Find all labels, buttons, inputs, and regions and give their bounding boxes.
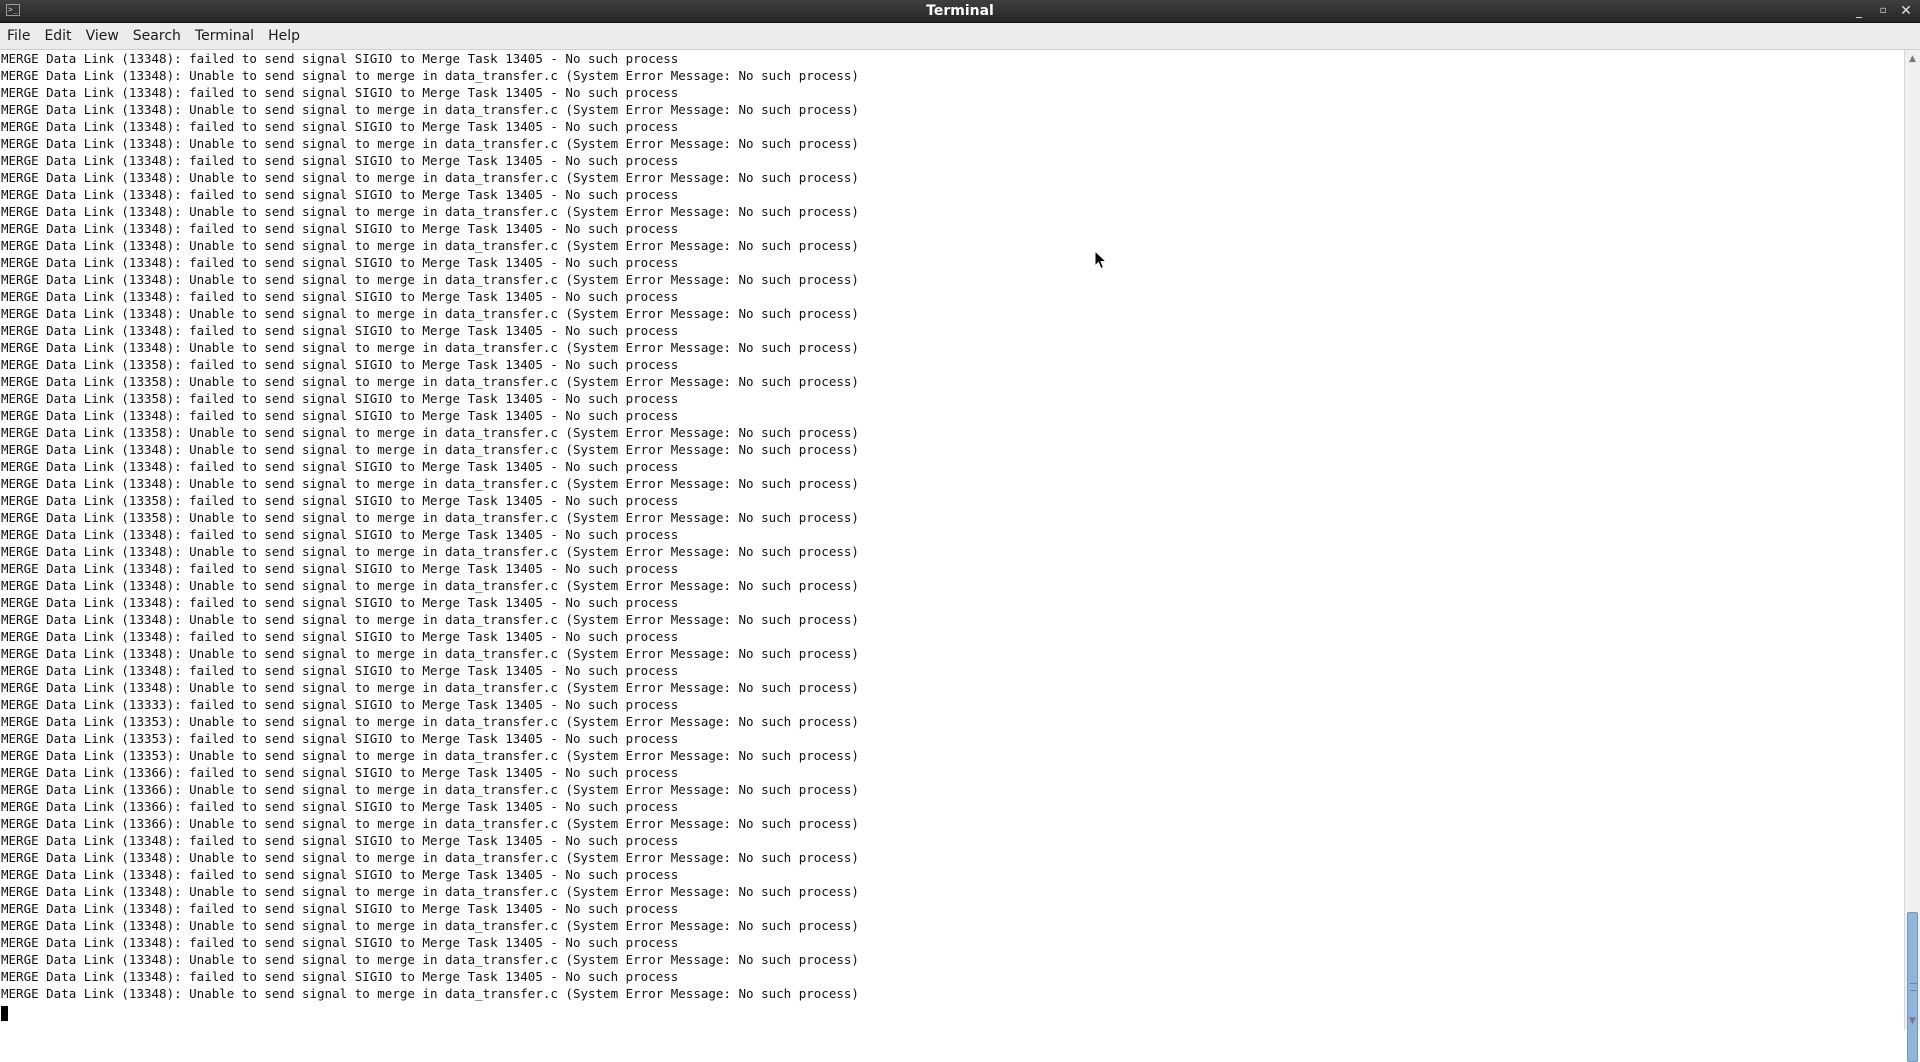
- menu-bar: File Edit View Search Terminal Help: [0, 23, 1920, 50]
- terminal-line: MERGE Data Link (13348): Unable to send …: [1, 850, 859, 865]
- vertical-scrollbar[interactable]: ▲ ▼: [1904, 50, 1920, 1062]
- terminal-line: MERGE Data Link (13358): Unable to send …: [1, 510, 859, 525]
- terminal-line: MERGE Data Link (13348): failed to send …: [1, 935, 679, 950]
- terminal-line: MERGE Data Link (13353): failed to send …: [1, 731, 679, 746]
- terminal-line: MERGE Data Link (13348): failed to send …: [1, 595, 679, 610]
- terminal-line: MERGE Data Link (13348): Unable to send …: [1, 68, 859, 83]
- scroll-up-icon[interactable]: ▲: [1905, 52, 1920, 66]
- terminal-line: MERGE Data Link (13348): failed to send …: [1, 255, 679, 270]
- terminal-line: MERGE Data Link (13366): Unable to send …: [1, 816, 859, 831]
- terminal-line: MERGE Data Link (13348): failed to send …: [1, 663, 679, 678]
- terminal-line: MERGE Data Link (13348): failed to send …: [1, 289, 679, 304]
- minimize-icon[interactable]: _: [1849, 1, 1869, 21]
- terminal-line: MERGE Data Link (13348): Unable to send …: [1, 238, 859, 253]
- terminal-line: MERGE Data Link (13358): Unable to send …: [1, 425, 859, 440]
- window-titlebar[interactable]: >_ Terminal _ ▫ ✕: [0, 0, 1920, 23]
- terminal-line: MERGE Data Link (13348): failed to send …: [1, 85, 679, 100]
- scrollbar-thumb[interactable]: [1907, 912, 1918, 1062]
- maximize-icon[interactable]: ▫: [1873, 1, 1893, 21]
- menu-view[interactable]: View: [79, 23, 126, 49]
- terminal-line: MERGE Data Link (13348): failed to send …: [1, 221, 679, 236]
- menu-help[interactable]: Help: [261, 23, 307, 49]
- terminal-line: MERGE Data Link (13348): Unable to send …: [1, 340, 859, 355]
- terminal-line: MERGE Data Link (13348): failed to send …: [1, 833, 679, 848]
- terminal-line: MERGE Data Link (13348): failed to send …: [1, 187, 679, 202]
- menu-search[interactable]: Search: [126, 23, 188, 49]
- terminal-line: MERGE Data Link (13348): failed to send …: [1, 969, 679, 984]
- window-title: Terminal: [926, 3, 994, 19]
- terminal-line: MERGE Data Link (13348): Unable to send …: [1, 646, 859, 661]
- terminal-line: MERGE Data Link (13348): failed to send …: [1, 901, 679, 916]
- terminal-line: MERGE Data Link (13348): failed to send …: [1, 51, 679, 66]
- terminal-line: MERGE Data Link (13348): Unable to send …: [1, 680, 859, 695]
- menu-terminal[interactable]: Terminal: [188, 23, 261, 49]
- terminal-line: MERGE Data Link (13348): failed to send …: [1, 119, 679, 134]
- terminal-line: MERGE Data Link (13366): failed to send …: [1, 799, 679, 814]
- terminal-line: MERGE Data Link (13348): failed to send …: [1, 153, 679, 168]
- terminal-line: MERGE Data Link (13366): Unable to send …: [1, 782, 859, 797]
- text-cursor: [1, 1006, 8, 1021]
- terminal-log: MERGE Data Link (13348): failed to send …: [0, 50, 1902, 1002]
- scroll-down-icon[interactable]: ▼: [1905, 1014, 1920, 1028]
- terminal-prompt[interactable]: [1, 1003, 8, 1022]
- terminal-line: MERGE Data Link (13348): failed to send …: [1, 527, 679, 542]
- terminal-line: MERGE Data Link (13333): failed to send …: [1, 697, 679, 712]
- terminal-line: MERGE Data Link (13348): Unable to send …: [1, 272, 859, 287]
- terminal-line: MERGE Data Link (13348): Unable to send …: [1, 544, 859, 559]
- terminal-line: MERGE Data Link (13348): failed to send …: [1, 561, 679, 576]
- terminal-output[interactable]: MERGE Data Link (13348): failed to send …: [0, 50, 1902, 1030]
- close-icon[interactable]: ✕: [1896, 1, 1916, 21]
- terminal-line: MERGE Data Link (13348): Unable to send …: [1, 476, 859, 491]
- terminal-line: MERGE Data Link (13348): Unable to send …: [1, 204, 859, 219]
- terminal-line: MERGE Data Link (13348): Unable to send …: [1, 442, 859, 457]
- terminal-line: MERGE Data Link (13353): Unable to send …: [1, 748, 859, 763]
- terminal-line: MERGE Data Link (13353): Unable to send …: [1, 714, 859, 729]
- terminal-line: MERGE Data Link (13348): Unable to send …: [1, 306, 859, 321]
- grip-icon: [1910, 983, 1917, 991]
- terminal-line: MERGE Data Link (13366): failed to send …: [1, 765, 679, 780]
- menu-file[interactable]: File: [0, 23, 37, 49]
- terminal-line: MERGE Data Link (13348): Unable to send …: [1, 102, 859, 117]
- terminal-line: MERGE Data Link (13348): Unable to send …: [1, 612, 859, 627]
- terminal-line: MERGE Data Link (13358): failed to send …: [1, 391, 679, 406]
- terminal-line: MERGE Data Link (13348): Unable to send …: [1, 952, 859, 967]
- menu-edit[interactable]: Edit: [37, 23, 78, 49]
- terminal-line: MERGE Data Link (13358): Unable to send …: [1, 374, 859, 389]
- terminal-line: MERGE Data Link (13348): Unable to send …: [1, 918, 859, 933]
- terminal-line: MERGE Data Link (13348): failed to send …: [1, 459, 679, 474]
- mouse-pointer-icon: [1094, 250, 1108, 270]
- terminal-line: MERGE Data Link (13348): failed to send …: [1, 629, 679, 644]
- terminal-line: MERGE Data Link (13348): Unable to send …: [1, 170, 859, 185]
- terminal-line: MERGE Data Link (13348): Unable to send …: [1, 884, 859, 899]
- terminal-line: MERGE Data Link (13348): failed to send …: [1, 867, 679, 882]
- terminal-line: MERGE Data Link (13348): failed to send …: [1, 408, 679, 423]
- terminal-line: MERGE Data Link (13348): failed to send …: [1, 323, 679, 338]
- terminal-line: MERGE Data Link (13358): failed to send …: [1, 493, 679, 508]
- terminal-line: MERGE Data Link (13358): failed to send …: [1, 357, 679, 372]
- terminal-line: MERGE Data Link (13348): Unable to send …: [1, 578, 859, 593]
- terminal-line: MERGE Data Link (13348): Unable to send …: [1, 136, 859, 151]
- terminal-line: MERGE Data Link (13348): Unable to send …: [1, 986, 859, 1001]
